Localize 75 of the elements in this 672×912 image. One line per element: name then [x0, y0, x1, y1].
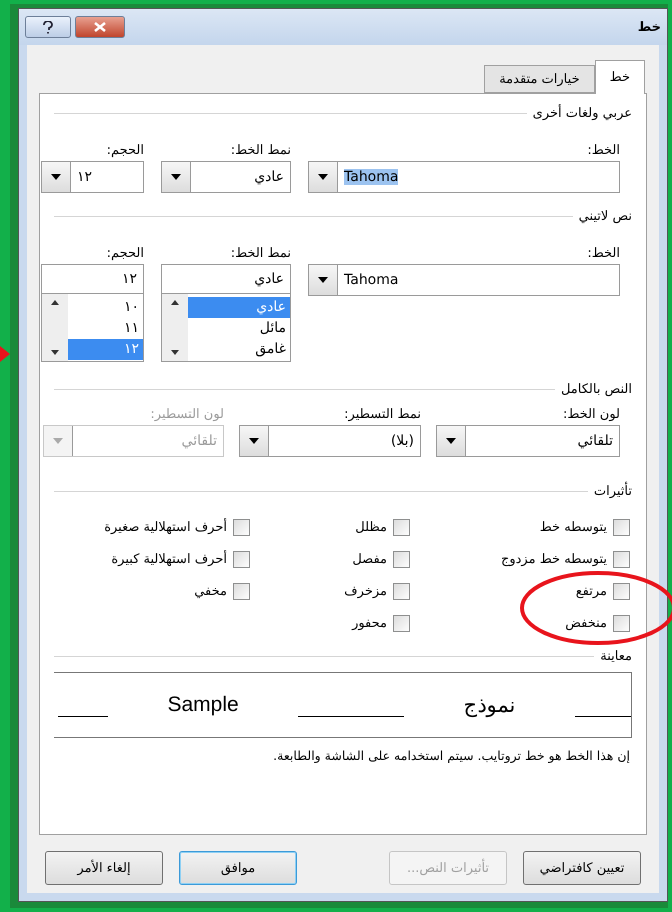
dropdown-field[interactable]: Tahoma: [308, 264, 620, 296]
dropdown-field[interactable]: Tahoma: [308, 161, 620, 193]
checkbox-label: أحرف استهلالية صغيرة: [104, 520, 227, 534]
dropdown-arrow-icon: [446, 438, 456, 444]
list-item[interactable]: ١١: [68, 318, 143, 339]
checkbox-label: مظلل: [355, 520, 387, 534]
pointer-arrow-icon: [0, 346, 10, 362]
scroll-down-icon[interactable]: [51, 350, 59, 355]
field-label: نمط التسطير:: [343, 407, 421, 422]
close-button[interactable]: [75, 16, 125, 38]
field-label: الحجم:: [106, 246, 144, 261]
dialog-button[interactable]: موافق: [179, 851, 297, 885]
dialog-button[interactable]: إلغاء الأمر: [45, 851, 163, 885]
field-label: الخط:: [586, 143, 620, 158]
scroll-up-icon[interactable]: [51, 300, 59, 305]
dropdown-field[interactable]: تلقائي: [436, 425, 620, 457]
scroll-down-icon[interactable]: [171, 350, 179, 355]
list-box[interactable]: عادي مائل غامق: [161, 294, 291, 362]
preview-text: Sample: [167, 693, 239, 717]
checkbox-label: مزخرف: [344, 584, 387, 598]
close-icon: [94, 22, 106, 32]
checkbox-label: يتوسطه خط مزدوج: [500, 552, 607, 566]
tab[interactable]: خط: [594, 60, 645, 94]
field-label: الخط:: [586, 246, 620, 261]
section-heading: نص لاتيني: [578, 209, 632, 224]
checkbox-label: منخفض: [565, 616, 607, 630]
checkbox-label: مرتفع: [576, 584, 607, 598]
checkbox[interactable]: [393, 518, 410, 536]
checkbox-label: محفور: [352, 616, 387, 630]
checkbox[interactable]: [233, 582, 250, 600]
list-box[interactable]: ١٠ ١١ ١٢: [41, 294, 144, 362]
dropdown-field[interactable]: (بلا): [239, 425, 421, 457]
dropdown-arrow-icon: [249, 438, 259, 444]
field-label: نمط الخط:: [230, 143, 291, 158]
dropdown-field[interactable]: عادي: [161, 161, 291, 193]
checkbox[interactable]: [393, 550, 410, 568]
help-icon: [43, 20, 53, 34]
checkbox[interactable]: [613, 582, 630, 600]
field-label: لون الخط:: [562, 407, 620, 422]
checkbox-label: يتوسطه خط: [540, 520, 607, 534]
field-label: لون التسطير:: [149, 407, 224, 422]
preview-text: نموذج: [464, 692, 516, 718]
checkbox[interactable]: [393, 582, 410, 600]
dialog-button[interactable]: تعيين كافتراضي: [523, 851, 641, 885]
field-label: الحجم:: [106, 143, 144, 158]
checkbox-label: مفصل: [352, 552, 387, 566]
dropdown-arrow-icon: [51, 174, 61, 180]
list-item[interactable]: غامق: [188, 339, 290, 360]
checkbox-label: مخفي: [194, 584, 227, 598]
section-heading: معاينة: [600, 649, 632, 664]
dropdown-field[interactable]: ١٢: [41, 161, 144, 193]
dropdown-arrow-icon: [171, 174, 181, 180]
checkbox[interactable]: [233, 550, 250, 568]
text-field[interactable]: عادي: [161, 264, 291, 294]
section-heading: عربي ولغات أخرى: [532, 106, 632, 121]
list-item[interactable]: مائل: [188, 318, 290, 339]
font-description: إن هذا الخط هو خط تروتايب. سيتم استخدامه على الشاشة والطابعة.: [272, 748, 631, 763]
checkbox[interactable]: [393, 614, 410, 632]
checkbox[interactable]: [613, 550, 630, 568]
dropdown-arrow-icon: [318, 174, 328, 180]
checkbox[interactable]: [613, 614, 630, 632]
dropdown-arrow-icon: [318, 277, 328, 283]
checkbox[interactable]: [613, 518, 630, 536]
section-heading: تأثيرات: [594, 484, 632, 499]
checkbox-label: أحرف استهلالية كبيرة: [111, 552, 227, 566]
tab[interactable]: خيارات متقدمة: [484, 65, 595, 93]
list-item[interactable]: ١٠: [68, 297, 143, 318]
field-label: نمط الخط:: [230, 246, 291, 261]
section-heading: النص بالكامل: [560, 382, 632, 397]
text-field[interactable]: ١٢: [41, 264, 144, 294]
window-title: خط: [638, 20, 661, 34]
dropdown-arrow-icon: [53, 438, 63, 444]
help-button[interactable]: [25, 16, 71, 38]
scroll-up-icon[interactable]: [171, 300, 179, 305]
checkbox[interactable]: [233, 518, 250, 536]
